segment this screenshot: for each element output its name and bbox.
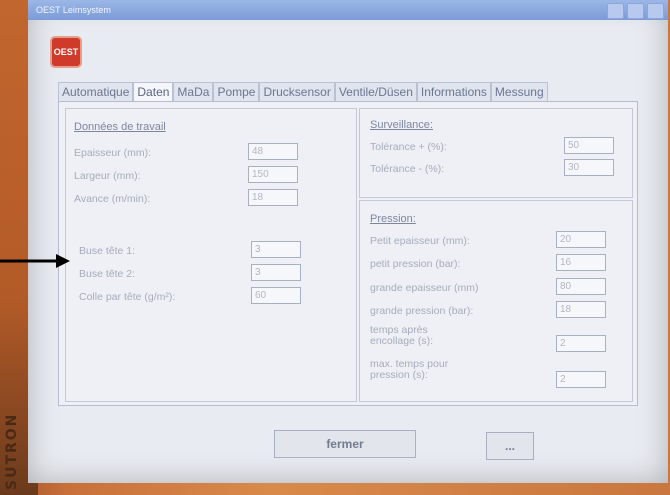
tab-informations[interactable]: Informations xyxy=(416,82,491,102)
pression-group: Pression: Petit epaisseur (mm): 20 petit… xyxy=(359,200,633,402)
daten-panel: Données de travail Epaisseur (mm): 48 La… xyxy=(58,101,638,406)
tab-drucksensor[interactable]: Drucksensor xyxy=(259,82,335,102)
petit-pression-field[interactable]: 16 xyxy=(556,254,606,271)
tab-bar: Automatique Daten MaDa Pompe Drucksensor… xyxy=(58,82,648,102)
buse-tete-1-field[interactable]: 3 xyxy=(251,241,301,258)
window-titlebar: OEST Leimsystem xyxy=(28,0,668,20)
petit-epaisseur-field[interactable]: 20 xyxy=(556,231,606,248)
donnees-header: Données de travail xyxy=(74,121,166,133)
grande-epaisseur-label: grande epaisseur (mm) xyxy=(370,282,479,294)
tolerance-plus-label: Tolérance + (%): xyxy=(370,141,447,153)
surveillance-group: Surveillance: Tolérance + (%): 50 Toléra… xyxy=(359,108,633,198)
temps-apres-encollage-field[interactable]: 2 xyxy=(556,335,606,352)
tab-messung[interactable]: Messung xyxy=(490,82,548,102)
largeur-label: Largeur (mm): xyxy=(74,170,141,182)
minimize-button[interactable] xyxy=(607,3,624,19)
grande-pression-label: grande pression (bar): xyxy=(370,305,474,317)
oest-logo: OEST xyxy=(50,36,82,68)
pointer-arrow xyxy=(0,254,70,268)
buse-tete-2-label: Buse tête 2: xyxy=(79,268,136,280)
colle-par-tete-label: Colle par tête (g/m²): xyxy=(79,291,176,303)
maximize-button[interactable] xyxy=(627,3,644,19)
tab-daten[interactable]: Daten xyxy=(133,82,174,102)
petit-epaisseur-label: Petit epaisseur (mm): xyxy=(370,235,470,247)
max-temps-pression-field[interactable]: 2 xyxy=(556,371,606,388)
more-button[interactable]: ... xyxy=(486,432,534,460)
window-controls xyxy=(607,3,664,19)
tolerance-minus-field[interactable]: 30 xyxy=(564,159,614,176)
tab-pompe[interactable]: Pompe xyxy=(213,82,260,102)
epaisseur-label: Epaisseur (mm): xyxy=(74,147,152,159)
petit-pression-label: petit pression (bar): xyxy=(370,258,461,270)
window-title: OEST Leimsystem xyxy=(36,5,111,15)
screen: OEST Leimsystem OEST Automatique Daten M… xyxy=(28,0,668,483)
tolerance-plus-field[interactable]: 50 xyxy=(564,137,614,154)
grande-pression-field[interactable]: 18 xyxy=(556,301,606,318)
grande-epaisseur-field[interactable]: 80 xyxy=(556,278,606,295)
surveillance-header: Surveillance: xyxy=(370,119,433,131)
buse-tete-2-field[interactable]: 3 xyxy=(251,264,301,281)
colle-par-tete-field[interactable]: 60 xyxy=(251,287,301,304)
tab-ventile-dusen[interactable]: Ventile/Düsen xyxy=(334,82,417,102)
avance-field[interactable]: 18 xyxy=(248,189,298,206)
largeur-field[interactable]: 150 xyxy=(248,166,298,183)
pression-header: Pression: xyxy=(370,213,416,225)
buse-tete-1-label: Buse tête 1: xyxy=(79,245,136,257)
avance-label: Avance (m/min): xyxy=(74,193,151,205)
epaisseur-field[interactable]: 48 xyxy=(248,143,298,160)
max-temps-pression-label: max. temps pour pression (s): xyxy=(370,358,449,381)
close-window-button[interactable] xyxy=(647,3,664,19)
tolerance-minus-label: Tolérance - (%): xyxy=(370,163,445,175)
tab-automatique[interactable]: Automatique xyxy=(58,82,134,102)
donnees-group: Données de travail Epaisseur (mm): 48 La… xyxy=(65,108,357,402)
tab-mada[interactable]: MaDa xyxy=(173,82,214,102)
fermer-button[interactable]: fermer xyxy=(274,430,416,458)
temps-apres-encollage-label: temps après encollage (s): xyxy=(370,324,434,347)
